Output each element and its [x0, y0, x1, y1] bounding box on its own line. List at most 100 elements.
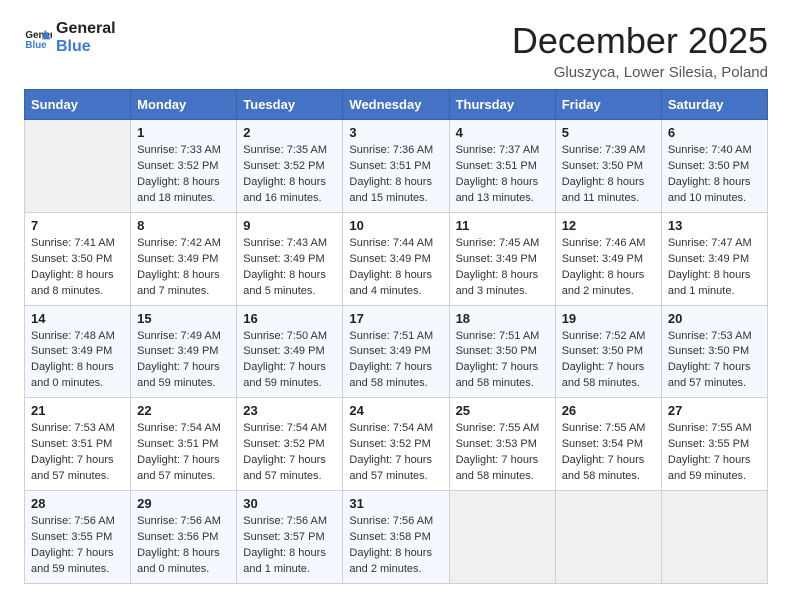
day-number: 6: [668, 125, 761, 140]
day-number: 4: [456, 125, 549, 140]
day-info: Sunrise: 7:40 AMSunset: 3:50 PMDaylight:…: [668, 143, 761, 207]
day-number: 24: [349, 403, 442, 418]
calendar-cell: 20 Sunrise: 7:53 AMSunset: 3:50 PMDayligh…: [661, 305, 767, 398]
day-info: Sunrise: 7:50 AMSunset: 3:49 PMDaylight:…: [243, 329, 336, 393]
day-number: 3: [349, 125, 442, 140]
day-info: Sunrise: 7:55 AMSunset: 3:54 PMDaylight:…: [562, 421, 655, 485]
day-info: Sunrise: 7:41 AMSunset: 3:50 PMDaylight:…: [31, 236, 124, 300]
calendar-cell: 19Sunrise: 7:52 AMSunset: 3:50 PMDayligh…: [555, 305, 661, 398]
calendar-cell: 21 Sunrise: 7:53 AMSunset: 3:51 PMDayligh…: [25, 398, 131, 491]
day-number: 12: [562, 218, 655, 233]
day-number: 23: [243, 403, 336, 418]
day-info: Sunrise: 7:53 AMSunset: 3:51 PMDaylight:…: [31, 421, 124, 485]
calendar-cell: 26 Sunrise: 7:55 AMSunset: 3:54 PMDayligh…: [555, 398, 661, 491]
day-info: Sunrise: 7:53 AMSunset: 3:50 PMDaylight:…: [668, 329, 761, 393]
day-number: 28: [31, 496, 124, 511]
calendar-cell: 31 Sunrise: 7:56 AMSunset: 3:58 PMDayligh…: [343, 491, 449, 584]
logo: General Blue General Blue: [24, 20, 116, 57]
day-info: Sunrise: 7:42 AMSunset: 3:49 PMDaylight:…: [137, 236, 230, 300]
calendar-cell: 25Sunrise: 7:55 AMSunset: 3:53 PMDayligh…: [449, 398, 555, 491]
day-number: 18: [456, 311, 549, 326]
day-number: 20: [668, 311, 761, 326]
day-info: Sunrise: 7:56 AMSunset: 3:56 PMDaylight:…: [137, 514, 230, 578]
day-info: Sunrise: 7:37 AMSunset: 3:51 PMDaylight:…: [456, 143, 549, 207]
calendar-week-row: 1 Sunrise: 7:33 AMSunset: 3:52 PMDaylight…: [25, 120, 768, 213]
svg-text:Blue: Blue: [25, 40, 47, 51]
day-number: 31: [349, 496, 442, 511]
calendar-cell: 22 Sunrise: 7:54 AMSunset: 3:51 PMDayligh…: [131, 398, 237, 491]
location-subtitle: Gluszyca, Lower Silesia, Poland: [512, 64, 768, 81]
day-info: Sunrise: 7:35 AMSunset: 3:52 PMDaylight:…: [243, 143, 336, 207]
day-info: Sunrise: 7:55 AMSunset: 3:55 PMDaylight:…: [668, 421, 761, 485]
day-number: 13: [668, 218, 761, 233]
calendar-week-row: 7 Sunrise: 7:41 AMSunset: 3:50 PMDaylight…: [25, 212, 768, 305]
day-info: Sunrise: 7:44 AMSunset: 3:49 PMDaylight:…: [349, 236, 442, 300]
day-info: Sunrise: 7:54 AMSunset: 3:51 PMDaylight:…: [137, 421, 230, 485]
calendar-cell: 28Sunrise: 7:56 AMSunset: 3:55 PMDayligh…: [25, 491, 131, 584]
day-number: 19: [562, 311, 655, 326]
calendar-cell: 24 Sunrise: 7:54 AMSunset: 3:52 PMDayligh…: [343, 398, 449, 491]
day-of-week-header: Saturday: [661, 90, 767, 120]
day-number: 14: [31, 311, 124, 326]
day-number: 26: [562, 403, 655, 418]
calendar-cell: 13 Sunrise: 7:47 AMSunset: 3:49 PMDayligh…: [661, 212, 767, 305]
calendar-cell: 11Sunrise: 7:45 AMSunset: 3:49 PMDayligh…: [449, 212, 555, 305]
day-number: 10: [349, 218, 442, 233]
day-number: 8: [137, 218, 230, 233]
calendar-cell: 5 Sunrise: 7:39 AMSunset: 3:50 PMDaylight…: [555, 120, 661, 213]
day-info: Sunrise: 7:55 AMSunset: 3:53 PMDaylight:…: [456, 421, 549, 485]
calendar-week-row: 28Sunrise: 7:56 AMSunset: 3:55 PMDayligh…: [25, 491, 768, 584]
calendar-cell: 6 Sunrise: 7:40 AMSunset: 3:50 PMDaylight…: [661, 120, 767, 213]
calendar-cell: 15 Sunrise: 7:49 AMSunset: 3:49 PMDayligh…: [131, 305, 237, 398]
calendar-cell: 17Sunrise: 7:51 AMSunset: 3:49 PMDayligh…: [343, 305, 449, 398]
calendar-cell: [661, 491, 767, 584]
day-info: Sunrise: 7:56 AMSunset: 3:58 PMDaylight:…: [349, 514, 442, 578]
calendar-cell: 8 Sunrise: 7:42 AMSunset: 3:49 PMDaylight…: [131, 212, 237, 305]
calendar-cell: 4 Sunrise: 7:37 AMSunset: 3:51 PMDaylight…: [449, 120, 555, 213]
day-number: 9: [243, 218, 336, 233]
day-info: Sunrise: 7:49 AMSunset: 3:49 PMDaylight:…: [137, 329, 230, 393]
day-info: Sunrise: 7:54 AMSunset: 3:52 PMDaylight:…: [349, 421, 442, 485]
calendar-cell: 2Sunrise: 7:35 AMSunset: 3:52 PMDaylight…: [237, 120, 343, 213]
day-of-week-header: Thursday: [449, 90, 555, 120]
day-info: Sunrise: 7:39 AMSunset: 3:50 PMDaylight:…: [562, 143, 655, 207]
day-of-week-header: Tuesday: [237, 90, 343, 120]
calendar-cell: 12 Sunrise: 7:46 AMSunset: 3:49 PMDayligh…: [555, 212, 661, 305]
calendar-cell: [449, 491, 555, 584]
day-number: 27: [668, 403, 761, 418]
day-number: 30: [243, 496, 336, 511]
day-info: Sunrise: 7:47 AMSunset: 3:49 PMDaylight:…: [668, 236, 761, 300]
calendar-cell: 1 Sunrise: 7:33 AMSunset: 3:52 PMDaylight…: [131, 120, 237, 213]
day-info: Sunrise: 7:46 AMSunset: 3:49 PMDaylight:…: [562, 236, 655, 300]
day-info: Sunrise: 7:56 AMSunset: 3:57 PMDaylight:…: [243, 514, 336, 578]
day-info: Sunrise: 7:43 AMSunset: 3:49 PMDaylight:…: [243, 236, 336, 300]
calendar-cell: 9 Sunrise: 7:43 AMSunset: 3:49 PMDaylight…: [237, 212, 343, 305]
title-block: December 2025 Gluszyca, Lower Silesia, P…: [512, 20, 768, 81]
day-number: 21: [31, 403, 124, 418]
logo-line1: General: [56, 20, 116, 38]
calendar-header-row: SundayMondayTuesdayWednesdayThursdayFrid…: [25, 90, 768, 120]
day-info: Sunrise: 7:36 AMSunset: 3:51 PMDaylight:…: [349, 143, 442, 207]
calendar-week-row: 14 Sunrise: 7:48 AMSunset: 3:49 PMDayligh…: [25, 305, 768, 398]
day-number: 1: [137, 125, 230, 140]
calendar-cell: 10 Sunrise: 7:44 AMSunset: 3:49 PMDayligh…: [343, 212, 449, 305]
day-info: Sunrise: 7:33 AMSunset: 3:52 PMDaylight:…: [137, 143, 230, 207]
logo-line2: Blue: [56, 38, 116, 56]
day-number: 7: [31, 218, 124, 233]
day-info: Sunrise: 7:45 AMSunset: 3:49 PMDaylight:…: [456, 236, 549, 300]
day-number: 22: [137, 403, 230, 418]
calendar-cell: 30 Sunrise: 7:56 AMSunset: 3:57 PMDayligh…: [237, 491, 343, 584]
day-number: 16: [243, 311, 336, 326]
calendar-cell: 18 Sunrise: 7:51 AMSunset: 3:50 PMDayligh…: [449, 305, 555, 398]
day-number: 5: [562, 125, 655, 140]
calendar-cell: 27 Sunrise: 7:55 AMSunset: 3:55 PMDayligh…: [661, 398, 767, 491]
day-info: Sunrise: 7:54 AMSunset: 3:52 PMDaylight:…: [243, 421, 336, 485]
day-number: 15: [137, 311, 230, 326]
day-info: Sunrise: 7:51 AMSunset: 3:50 PMDaylight:…: [456, 329, 549, 393]
calendar-cell: 23 Sunrise: 7:54 AMSunset: 3:52 PMDayligh…: [237, 398, 343, 491]
day-info: Sunrise: 7:48 AMSunset: 3:49 PMDaylight:…: [31, 329, 124, 393]
day-of-week-header: Monday: [131, 90, 237, 120]
day-of-week-header: Wednesday: [343, 90, 449, 120]
calendar-cell: 14 Sunrise: 7:48 AMSunset: 3:49 PMDayligh…: [25, 305, 131, 398]
calendar-cell: [25, 120, 131, 213]
